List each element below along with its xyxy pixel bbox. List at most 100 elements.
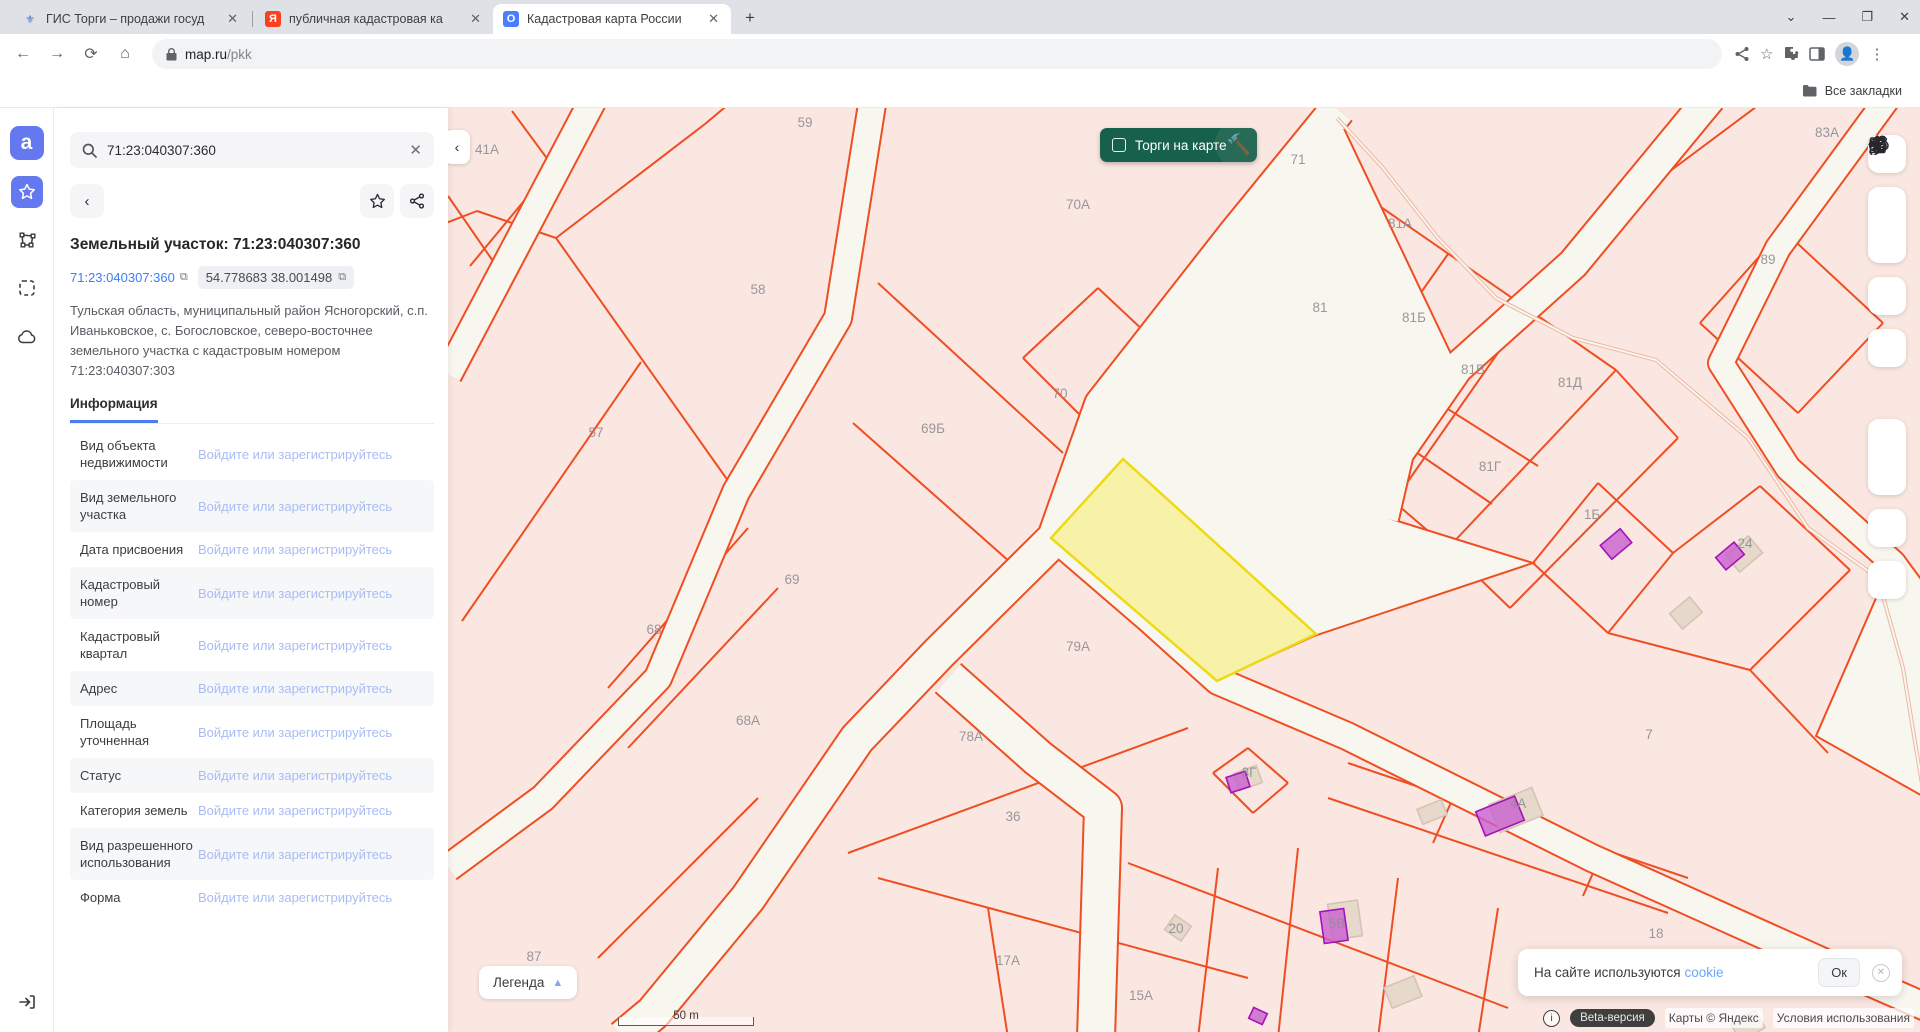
coordinates-chip[interactable]: 54.778683 38.001498 ⧉ bbox=[197, 266, 355, 289]
parcel-number-label: 70 bbox=[1052, 386, 1067, 401]
trades-checkbox[interactable] bbox=[1112, 138, 1126, 152]
scale-bar: 50 m bbox=[618, 1010, 754, 1026]
login-or-register-link[interactable]: Войдите или зарегистрируйтесь bbox=[198, 542, 392, 557]
tab-gis-torgi[interactable]: ⚜ ГИС Торги – продажи госуд ✕ bbox=[12, 4, 250, 34]
login-or-register-link[interactable]: Войдите или зарегистрируйтесь bbox=[198, 768, 392, 783]
tab-cadastral-map-active[interactable]: О Кадастровая карта России ✕ bbox=[493, 4, 731, 34]
terms-link[interactable]: Условия использования bbox=[1772, 1008, 1914, 1028]
maps-credit: Карты © Яндекс bbox=[1664, 1008, 1763, 1028]
cookie-link[interactable]: cookie bbox=[1685, 965, 1724, 980]
dashed-square-icon bbox=[18, 280, 35, 296]
favorites-star-button[interactable] bbox=[10, 176, 43, 208]
attribute-row: Кадастровый квартал Войдите или зарегистр… bbox=[70, 619, 434, 671]
attribute-label: Категория земель bbox=[80, 803, 188, 818]
login-or-register-link[interactable]: Войдите или зарегистрируйтесь bbox=[198, 499, 392, 514]
zoom-in-button[interactable] bbox=[1868, 136, 1906, 457]
parcel-number-label: 18 bbox=[1648, 926, 1663, 941]
select-area-button[interactable] bbox=[11, 272, 43, 304]
tab-public-cadastre[interactable]: Я публичная кадастровая ка ✕ bbox=[255, 4, 493, 34]
login-or-register-link[interactable]: Войдите или зарегистрируйтесь bbox=[198, 638, 392, 653]
window-minimize-icon[interactable]: — bbox=[1822, 10, 1835, 25]
all-bookmarks-label[interactable]: Все закладки bbox=[1825, 84, 1902, 98]
tab-close-icon[interactable]: ✕ bbox=[706, 11, 721, 27]
window-menu-icon[interactable]: ⌄ bbox=[1786, 9, 1797, 25]
tab-title: публичная кадастровая ка bbox=[289, 12, 443, 26]
parcel-number-label: 5В bbox=[1329, 916, 1346, 931]
share-map-button[interactable] bbox=[1868, 135, 1906, 367]
bookmark-star-icon[interactable]: ☆ bbox=[1760, 45, 1773, 63]
forward-icon[interactable]: → bbox=[42, 39, 72, 69]
login-or-register-link[interactable]: Войдите или зарегистрируйтесь bbox=[198, 725, 392, 740]
profile-avatar[interactable]: 👤 bbox=[1835, 42, 1860, 66]
favorite-parcel-button[interactable] bbox=[360, 184, 394, 218]
collapse-panel-button[interactable]: ‹ bbox=[448, 130, 470, 164]
attribute-label: Адрес bbox=[80, 681, 118, 696]
cookie-text: На сайте используются bbox=[1534, 965, 1681, 980]
parcel-number-label: 4А bbox=[1510, 796, 1527, 811]
login-or-register-link[interactable]: Войдите или зарегистрируйтесь bbox=[198, 681, 392, 696]
pan-button[interactable] bbox=[1868, 135, 1906, 547]
panel-back-button[interactable]: ‹ bbox=[70, 184, 104, 218]
extensions-icon[interactable] bbox=[1783, 46, 1799, 62]
info-icon[interactable]: i bbox=[1543, 1009, 1561, 1027]
chevron-up-icon: ▲ bbox=[552, 976, 564, 989]
measure-button[interactable] bbox=[1868, 141, 1906, 225]
draw-button[interactable] bbox=[1868, 135, 1906, 263]
attribute-label: Кадастровый квартал bbox=[80, 629, 161, 661]
login-or-register-link[interactable]: Войдите или зарегистрируйтесь bbox=[198, 803, 392, 818]
parcel-number-label: 81Д bbox=[1558, 375, 1582, 390]
parcel-number-label: 81В bbox=[1461, 362, 1485, 377]
login-button[interactable] bbox=[11, 986, 43, 1018]
attribute-label: Вид объекта недвижимости bbox=[80, 438, 168, 470]
map-canvas[interactable]: 41А 59 58 57 70А 71 70 69Б 69 68 68А 83А 81А 89 81 81Б 8… bbox=[448, 108, 1920, 1032]
attribute-label: Форма bbox=[80, 890, 121, 905]
attribute-row: Вид объекта недвижимости Войдите или заре… bbox=[70, 428, 434, 480]
login-or-register-link[interactable]: Войдите или зарегистрируйтесь bbox=[198, 847, 392, 862]
window-close-icon[interactable]: ✕ bbox=[1899, 9, 1910, 25]
login-or-register-link[interactable]: Войдите или зарегистрируйтесь bbox=[198, 447, 392, 462]
new-tab-button[interactable]: + bbox=[737, 5, 763, 31]
map-attribution: i Beta-версия Карты © Яндекс Условия исп… bbox=[1543, 1008, 1914, 1028]
parcel-number-label: 1Б bbox=[1584, 507, 1601, 522]
home-icon[interactable]: ⌂ bbox=[110, 39, 140, 69]
upload-button[interactable] bbox=[1868, 136, 1906, 315]
parcel-number-label: 24 bbox=[1737, 536, 1753, 551]
copy-icon[interactable]: ⧉ bbox=[338, 271, 346, 284]
locate-button[interactable] bbox=[1868, 136, 1906, 599]
attribute-row: Площадь уточненная Войдите или зарегистри… bbox=[70, 706, 434, 758]
share-parcel-button[interactable] bbox=[400, 184, 434, 218]
search-input[interactable] bbox=[107, 142, 400, 158]
cloud-layers-button[interactable] bbox=[11, 320, 43, 352]
side-panel-icon[interactable] bbox=[1809, 46, 1826, 62]
search-box[interactable]: ✕ bbox=[70, 132, 434, 168]
tab-information[interactable]: Информация bbox=[70, 395, 434, 424]
share-icon[interactable] bbox=[1734, 46, 1750, 62]
parcel-number-label: 15А bbox=[1129, 988, 1153, 1003]
app-logo[interactable]: a bbox=[9, 126, 44, 160]
copy-icon[interactable]: ⧉ bbox=[180, 271, 188, 284]
reload-icon[interactable]: ⟳ bbox=[76, 39, 106, 69]
polygon-tool-button[interactable] bbox=[11, 224, 43, 256]
window-restore-icon[interactable]: ❐ bbox=[1861, 9, 1873, 25]
login-or-register-link[interactable]: Войдите или зарегистрируйтесь bbox=[198, 890, 392, 905]
back-icon[interactable]: ← bbox=[8, 39, 38, 69]
address-bar[interactable]: map.ru/pkk bbox=[152, 39, 1722, 69]
browser-menu-icon[interactable]: ⋮ bbox=[1869, 45, 1884, 63]
login-or-register-link[interactable]: Войдите или зарегистрируйтесь bbox=[198, 586, 392, 601]
attribute-row: Категория земель Войдите или зарегистриру… bbox=[70, 793, 434, 828]
cookie-ok-button[interactable]: Ок bbox=[1818, 958, 1860, 987]
parcel-number-label: 20 bbox=[1168, 921, 1183, 936]
cadastral-map[interactable]: 41А 59 58 57 70А 71 70 69Б 69 68 68А 83А 81А 89 81 81Б 8… bbox=[448, 108, 1920, 1032]
tab-close-icon[interactable]: ✕ bbox=[468, 11, 483, 27]
cadastral-number-link[interactable]: 71:23:040307:360 ⧉ bbox=[70, 270, 188, 285]
zoom-out-button[interactable] bbox=[1868, 142, 1906, 495]
cookie-close-icon[interactable]: ✕ bbox=[1872, 963, 1890, 982]
trades-on-map-toggle[interactable]: Торги на карте 🔨 bbox=[1100, 128, 1257, 162]
tab-close-icon[interactable]: ✕ bbox=[225, 11, 240, 27]
clear-search-icon[interactable]: ✕ bbox=[409, 141, 422, 159]
attribute-label: Дата присвоения bbox=[80, 542, 184, 557]
login-icon bbox=[19, 995, 35, 1009]
legend-button[interactable]: Легенда ▲ bbox=[479, 966, 578, 999]
attribute-row: Вид земельного участка Войдите или зареги… bbox=[70, 480, 434, 532]
parcel-number-label: 7 bbox=[1645, 727, 1653, 742]
